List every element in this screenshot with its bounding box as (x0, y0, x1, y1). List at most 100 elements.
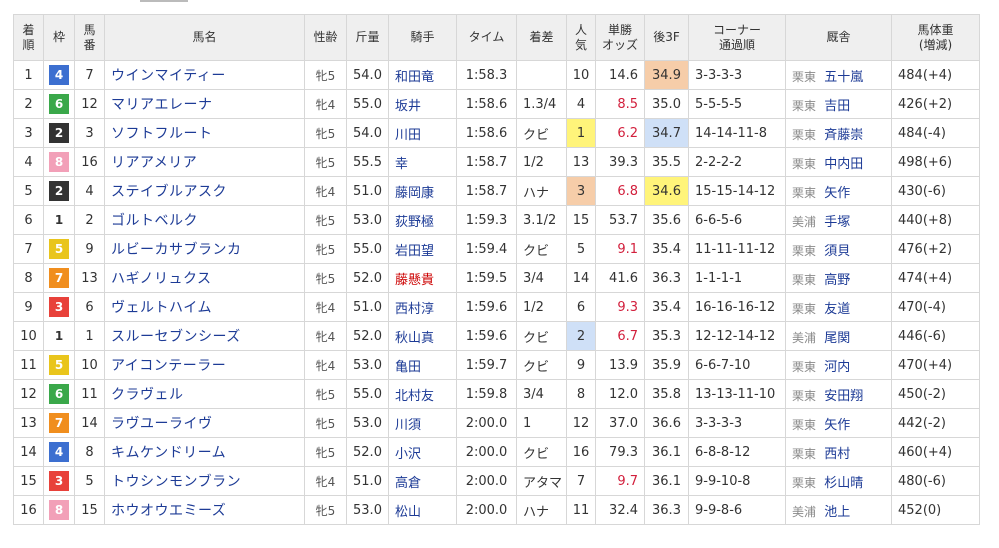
jockey-link[interactable]: 岩田望 (395, 244, 434, 259)
jockey-cell[interactable]: 幸 (388, 147, 457, 177)
trainer-link[interactable]: 吉田 (824, 99, 850, 114)
jockey-cell[interactable]: 川須 (388, 408, 457, 438)
trainer-link[interactable]: 友道 (824, 302, 850, 317)
horse-name-link[interactable]: ゴルトベルク (111, 213, 198, 229)
jockey-cell[interactable]: 北村友 (388, 379, 457, 409)
trainer-link[interactable]: 安田翔 (824, 389, 863, 404)
jockey-link[interactable]: 幸 (395, 157, 408, 172)
jockey-cell[interactable]: 坂井 (388, 89, 457, 119)
horse-name-link[interactable]: クラヴェル (111, 387, 184, 403)
jockey-cell[interactable]: 和田竜 (388, 60, 457, 90)
trainer-link[interactable]: 矢作 (824, 418, 850, 433)
horse-name-link[interactable]: ウインマイティー (111, 68, 226, 84)
jockey-cell[interactable]: 西村淳 (388, 292, 457, 322)
trainer-link[interactable]: 西村 (824, 447, 850, 462)
stable-cell[interactable]: 美浦 池上 (785, 495, 892, 525)
horse-name-link[interactable]: アイコンテーラー (111, 358, 226, 374)
horse-cell[interactable]: ステイブルアスク (104, 176, 305, 206)
trainer-link[interactable]: 河内 (824, 360, 850, 375)
horse-name-link[interactable]: ステイブルアスク (111, 184, 227, 200)
stable-location: 栗東 (792, 272, 817, 287)
jockey-cell[interactable]: 高倉 (388, 466, 457, 496)
horse-name-link[interactable]: トウシンモンブラン (111, 474, 241, 490)
stable-cell[interactable]: 栗東 友道 (785, 292, 892, 322)
finish-cell: 14 (13, 437, 44, 467)
jockey-cell[interactable]: 藤岡康 (388, 176, 457, 206)
jockey-cell[interactable]: 亀田 (388, 350, 457, 380)
horse-name-link[interactable]: キムケンドリーム (111, 445, 226, 461)
jockey-link[interactable]: 坂井 (395, 99, 421, 114)
jockey-link[interactable]: 川須 (395, 418, 421, 433)
jockey-cell[interactable]: 岩田望 (388, 234, 457, 264)
horse-name-link[interactable]: ホウオウエミーズ (111, 503, 226, 519)
number-cell: 6 (74, 292, 105, 322)
stable-cell[interactable]: 栗東 矢作 (785, 176, 892, 206)
jockey-link[interactable]: 西村淳 (395, 302, 434, 317)
horse-cell[interactable]: ハギノリュクス (104, 263, 305, 293)
trainer-link[interactable]: 須貝 (824, 244, 850, 259)
horse-name-link[interactable]: ヴェルトハイム (111, 300, 212, 316)
horse-name-link[interactable]: リアアメリア (111, 155, 197, 171)
stable-cell[interactable]: 美浦 尾関 (785, 321, 892, 351)
horse-name-link[interactable]: ハギノリュクス (111, 271, 212, 287)
jockey-link[interactable]: 亀田 (395, 360, 421, 375)
jockey-link[interactable]: 藤懸貴 (395, 273, 434, 288)
jockey-cell[interactable]: 小沢 (388, 437, 457, 467)
stable-cell[interactable]: 栗東 安田翔 (785, 379, 892, 409)
horse-name-link[interactable]: ラヴユーライヴ (111, 416, 213, 432)
stable-cell[interactable]: 栗東 五十嵐 (785, 60, 892, 90)
stable-cell[interactable]: 栗東 河内 (785, 350, 892, 380)
horse-cell[interactable]: キムケンドリーム (104, 437, 305, 467)
horse-cell[interactable]: トウシンモンブラン (104, 466, 305, 496)
stable-cell[interactable]: 栗東 高野 (785, 263, 892, 293)
trainer-link[interactable]: 高野 (824, 273, 850, 288)
horse-cell[interactable]: ルビーカサブランカ (104, 234, 305, 264)
jockey-link[interactable]: 藤岡康 (395, 186, 434, 201)
jockey-cell[interactable]: 松山 (388, 495, 457, 525)
trainer-link[interactable]: 池上 (824, 505, 850, 520)
horse-cell[interactable]: ホウオウエミーズ (104, 495, 305, 525)
stable-cell[interactable]: 栗東 西村 (785, 437, 892, 467)
stable-cell[interactable]: 栗東 斉藤崇 (785, 118, 892, 148)
jockey-link[interactable]: 和田竜 (395, 70, 434, 85)
table-header-row: 着順 枠 馬番 馬名 性齢 斤量 騎手 タイム 着差 人気 単勝 オッズ 後3F … (13, 14, 980, 61)
horse-cell[interactable]: ラヴユーライヴ (104, 408, 305, 438)
jockey-link[interactable]: 高倉 (395, 476, 421, 491)
stable-cell[interactable]: 栗東 杉山晴 (785, 466, 892, 496)
jockey-link[interactable]: 荻野極 (395, 215, 434, 230)
horse-name-link[interactable]: マリアエレーナ (111, 97, 213, 113)
horse-name-link[interactable]: ソフトフルート (111, 126, 213, 142)
horse-cell[interactable]: リアアメリア (104, 147, 305, 177)
stable-cell[interactable]: 栗東 中内田 (785, 147, 892, 177)
stable-cell[interactable]: 栗東 須貝 (785, 234, 892, 264)
horse-cell[interactable]: マリアエレーナ (104, 89, 305, 119)
trainer-link[interactable]: 斉藤崇 (824, 128, 863, 143)
trainer-link[interactable]: 手塚 (824, 215, 850, 230)
horse-cell[interactable]: クラヴェル (104, 379, 305, 409)
trainer-link[interactable]: 尾関 (824, 331, 850, 346)
horse-cell[interactable]: ヴェルトハイム (104, 292, 305, 322)
trainer-link[interactable]: 五十嵐 (824, 70, 863, 85)
horse-name-link[interactable]: スルーセブンシーズ (111, 329, 241, 345)
jockey-cell[interactable]: 川田 (388, 118, 457, 148)
jockey-cell[interactable]: 藤懸貴 (388, 263, 457, 293)
jockey-link[interactable]: 川田 (395, 128, 421, 143)
horse-cell[interactable]: ゴルトベルク (104, 205, 305, 235)
horse-name-link[interactable]: ルビーカサブランカ (111, 242, 242, 258)
jockey-link[interactable]: 秋山真 (395, 331, 434, 346)
jockey-cell[interactable]: 秋山真 (388, 321, 457, 351)
trainer-link[interactable]: 杉山晴 (824, 476, 863, 491)
jockey-link[interactable]: 小沢 (395, 447, 421, 462)
horse-cell[interactable]: アイコンテーラー (104, 350, 305, 380)
jockey-cell[interactable]: 荻野極 (388, 205, 457, 235)
stable-cell[interactable]: 美浦 手塚 (785, 205, 892, 235)
trainer-link[interactable]: 中内田 (824, 157, 863, 172)
horse-cell[interactable]: ウインマイティー (104, 60, 305, 90)
stable-cell[interactable]: 栗東 矢作 (785, 408, 892, 438)
jockey-link[interactable]: 松山 (395, 505, 421, 520)
horse-cell[interactable]: ソフトフルート (104, 118, 305, 148)
horse-cell[interactable]: スルーセブンシーズ (104, 321, 305, 351)
jockey-link[interactable]: 北村友 (395, 389, 434, 404)
stable-cell[interactable]: 栗東 吉田 (785, 89, 892, 119)
trainer-link[interactable]: 矢作 (824, 186, 850, 201)
